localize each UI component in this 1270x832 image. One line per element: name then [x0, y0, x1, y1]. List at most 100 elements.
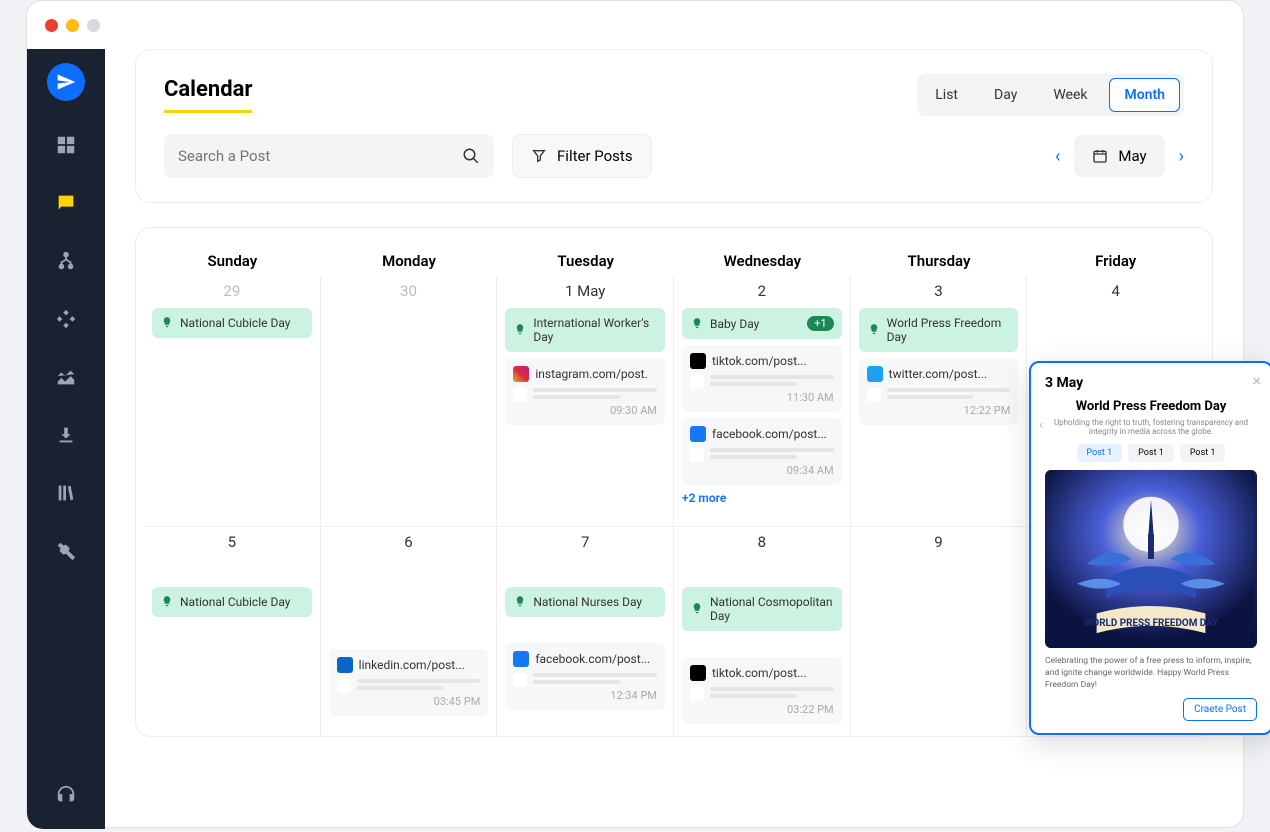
day-number: 30	[329, 282, 489, 300]
create-post-button[interactable]: Craete Post	[1183, 698, 1257, 721]
linkedin-icon	[337, 657, 353, 673]
event-tag[interactable]: World Press Freedom Day	[859, 308, 1019, 352]
event-label: National Cosmopolitan Day	[710, 595, 834, 623]
day-number: 2	[682, 282, 842, 300]
more-link[interactable]: +2 more	[682, 491, 842, 505]
day-cell[interactable]: 5 National Cubicle Day	[144, 527, 321, 736]
month-label: May	[1118, 147, 1146, 165]
minimize-dot[interactable]	[66, 19, 79, 32]
post-tab[interactable]: Post 1	[1180, 444, 1226, 462]
event-tag[interactable]: National Cubicle Day	[152, 308, 312, 338]
tiktok-icon	[690, 353, 706, 369]
sidebar	[27, 49, 105, 829]
bulb-icon	[513, 323, 527, 337]
filter-button[interactable]: Filter Posts	[512, 134, 652, 178]
day-number: 8	[682, 533, 842, 551]
posts-icon[interactable]	[52, 189, 80, 217]
post-card[interactable]: facebook.com/post... 12:34 PM	[505, 643, 665, 710]
popup-description: Celebrating the power of a free press to…	[1045, 656, 1257, 692]
tab-week[interactable]: Week	[1039, 79, 1101, 111]
dashboard-icon[interactable]	[52, 131, 80, 159]
post-image: WORLD PRESS FREEDOM DAY	[1045, 470, 1257, 648]
prev-month[interactable]: ‹	[1055, 146, 1060, 167]
day-number: 3	[859, 282, 1019, 300]
post-url: facebook.com/post...	[535, 652, 650, 666]
day-number: 7	[505, 533, 665, 551]
page-title: Calendar	[164, 77, 252, 113]
tiktok-icon	[690, 665, 706, 681]
post-tabs: Post 1 Post 1 Post 1	[1045, 444, 1257, 462]
post-time: 12:34 PM	[513, 689, 657, 702]
event-tag[interactable]: National Cosmopolitan Day	[682, 587, 842, 631]
post-url: tiktok.com/post...	[712, 666, 807, 680]
event-label: National Cubicle Day	[180, 316, 290, 330]
tab-month[interactable]: Month	[1109, 78, 1180, 112]
event-label: National Nurses Day	[533, 595, 642, 609]
analytics-icon[interactable]	[52, 363, 80, 391]
day-cell[interactable]: 9	[851, 527, 1028, 736]
post-card[interactable]: facebook.com/post... 09:34 AM	[682, 418, 842, 485]
post-card[interactable]: twitter.com/post... 12:22 PM	[859, 358, 1019, 425]
event-label: National Cubicle Day	[180, 595, 290, 609]
day-number: 1 May	[505, 282, 665, 300]
maximize-dot[interactable]	[87, 19, 100, 32]
app-logo[interactable]	[47, 63, 85, 101]
post-card[interactable]: instagram.com/post. 09:30 AM	[505, 358, 665, 425]
network-icon[interactable]	[52, 247, 80, 275]
day-cell[interactable]: 8 National Cosmopolitan Day tiktok.com/p…	[674, 527, 851, 736]
post-time: 09:34 AM	[690, 464, 834, 477]
event-label: World Press Freedom Day	[887, 316, 1011, 344]
chevron-left-icon[interactable]: ‹	[1039, 417, 1043, 433]
event-tag[interactable]: National Cubicle Day	[152, 587, 312, 617]
event-tag[interactable]: Baby Day +1	[682, 308, 842, 339]
next-month[interactable]: ›	[1179, 146, 1184, 167]
event-tag[interactable]: National Nurses Day	[505, 587, 665, 617]
more-badge: +1	[807, 316, 833, 331]
post-time: 03:22 PM	[690, 703, 834, 716]
day-cell[interactable]: 2 Baby Day +1 tiktok.com/post... 11:30 A…	[674, 276, 851, 526]
day-cell[interactable]: 7 National Nurses Day facebook.com/post.…	[497, 527, 674, 736]
bulb-icon	[160, 316, 174, 330]
post-tab[interactable]: Post 1	[1077, 444, 1123, 462]
day-cell[interactable]: 29 National Cubicle Day	[144, 276, 321, 526]
post-card[interactable]: tiktok.com/post... 03:22 PM	[682, 657, 842, 724]
bulb-icon	[867, 323, 881, 337]
post-time: 09:30 AM	[513, 404, 657, 417]
post-card[interactable]: linkedin.com/post... 03:45 PM	[329, 649, 489, 716]
search-input[interactable]	[178, 147, 462, 165]
bulb-icon	[160, 595, 174, 609]
weekday-head: Sunday	[144, 244, 321, 276]
day-cell[interactable]: 3 World Press Freedom Day twitter.com/po…	[851, 276, 1028, 526]
post-url: facebook.com/post...	[712, 427, 827, 441]
search-icon	[462, 147, 480, 165]
tab-day[interactable]: Day	[980, 79, 1031, 111]
close-icon[interactable]: ×	[1252, 371, 1261, 390]
event-label: Baby Day	[710, 317, 759, 331]
post-url: twitter.com/post...	[889, 367, 987, 381]
banner-text: WORLD PRESS FREEDOM DAY	[1084, 618, 1219, 629]
post-card[interactable]: tiktok.com/post... 11:30 AM	[682, 345, 842, 412]
event-label: International Worker's Day	[533, 316, 657, 344]
twitter-icon	[867, 366, 883, 382]
day-number: 29	[152, 282, 312, 300]
post-time: 03:45 PM	[337, 695, 481, 708]
calendar-icon	[1092, 148, 1108, 164]
event-tag[interactable]: International Worker's Day	[505, 308, 665, 352]
support-icon[interactable]	[52, 781, 80, 809]
post-tab[interactable]: Post 1	[1128, 444, 1174, 462]
filter-icon	[531, 148, 547, 164]
day-number: 4	[1035, 282, 1196, 300]
day-cell[interactable]: 1 May International Worker's Day instagr…	[497, 276, 674, 526]
weekday-head: Monday	[321, 244, 498, 276]
close-dot[interactable]	[45, 19, 58, 32]
library-icon[interactable]	[52, 479, 80, 507]
search-box[interactable]	[164, 134, 494, 178]
day-cell[interactable]: 30	[321, 276, 498, 526]
month-selector[interactable]: May	[1074, 135, 1164, 177]
target-icon[interactable]	[52, 305, 80, 333]
tools-icon[interactable]	[52, 537, 80, 565]
day-cell[interactable]: 6 linkedin.com/post... 03:45 PM	[321, 527, 498, 736]
tab-list[interactable]: List	[921, 79, 972, 111]
download-icon[interactable]	[52, 421, 80, 449]
bulb-icon	[690, 602, 704, 616]
